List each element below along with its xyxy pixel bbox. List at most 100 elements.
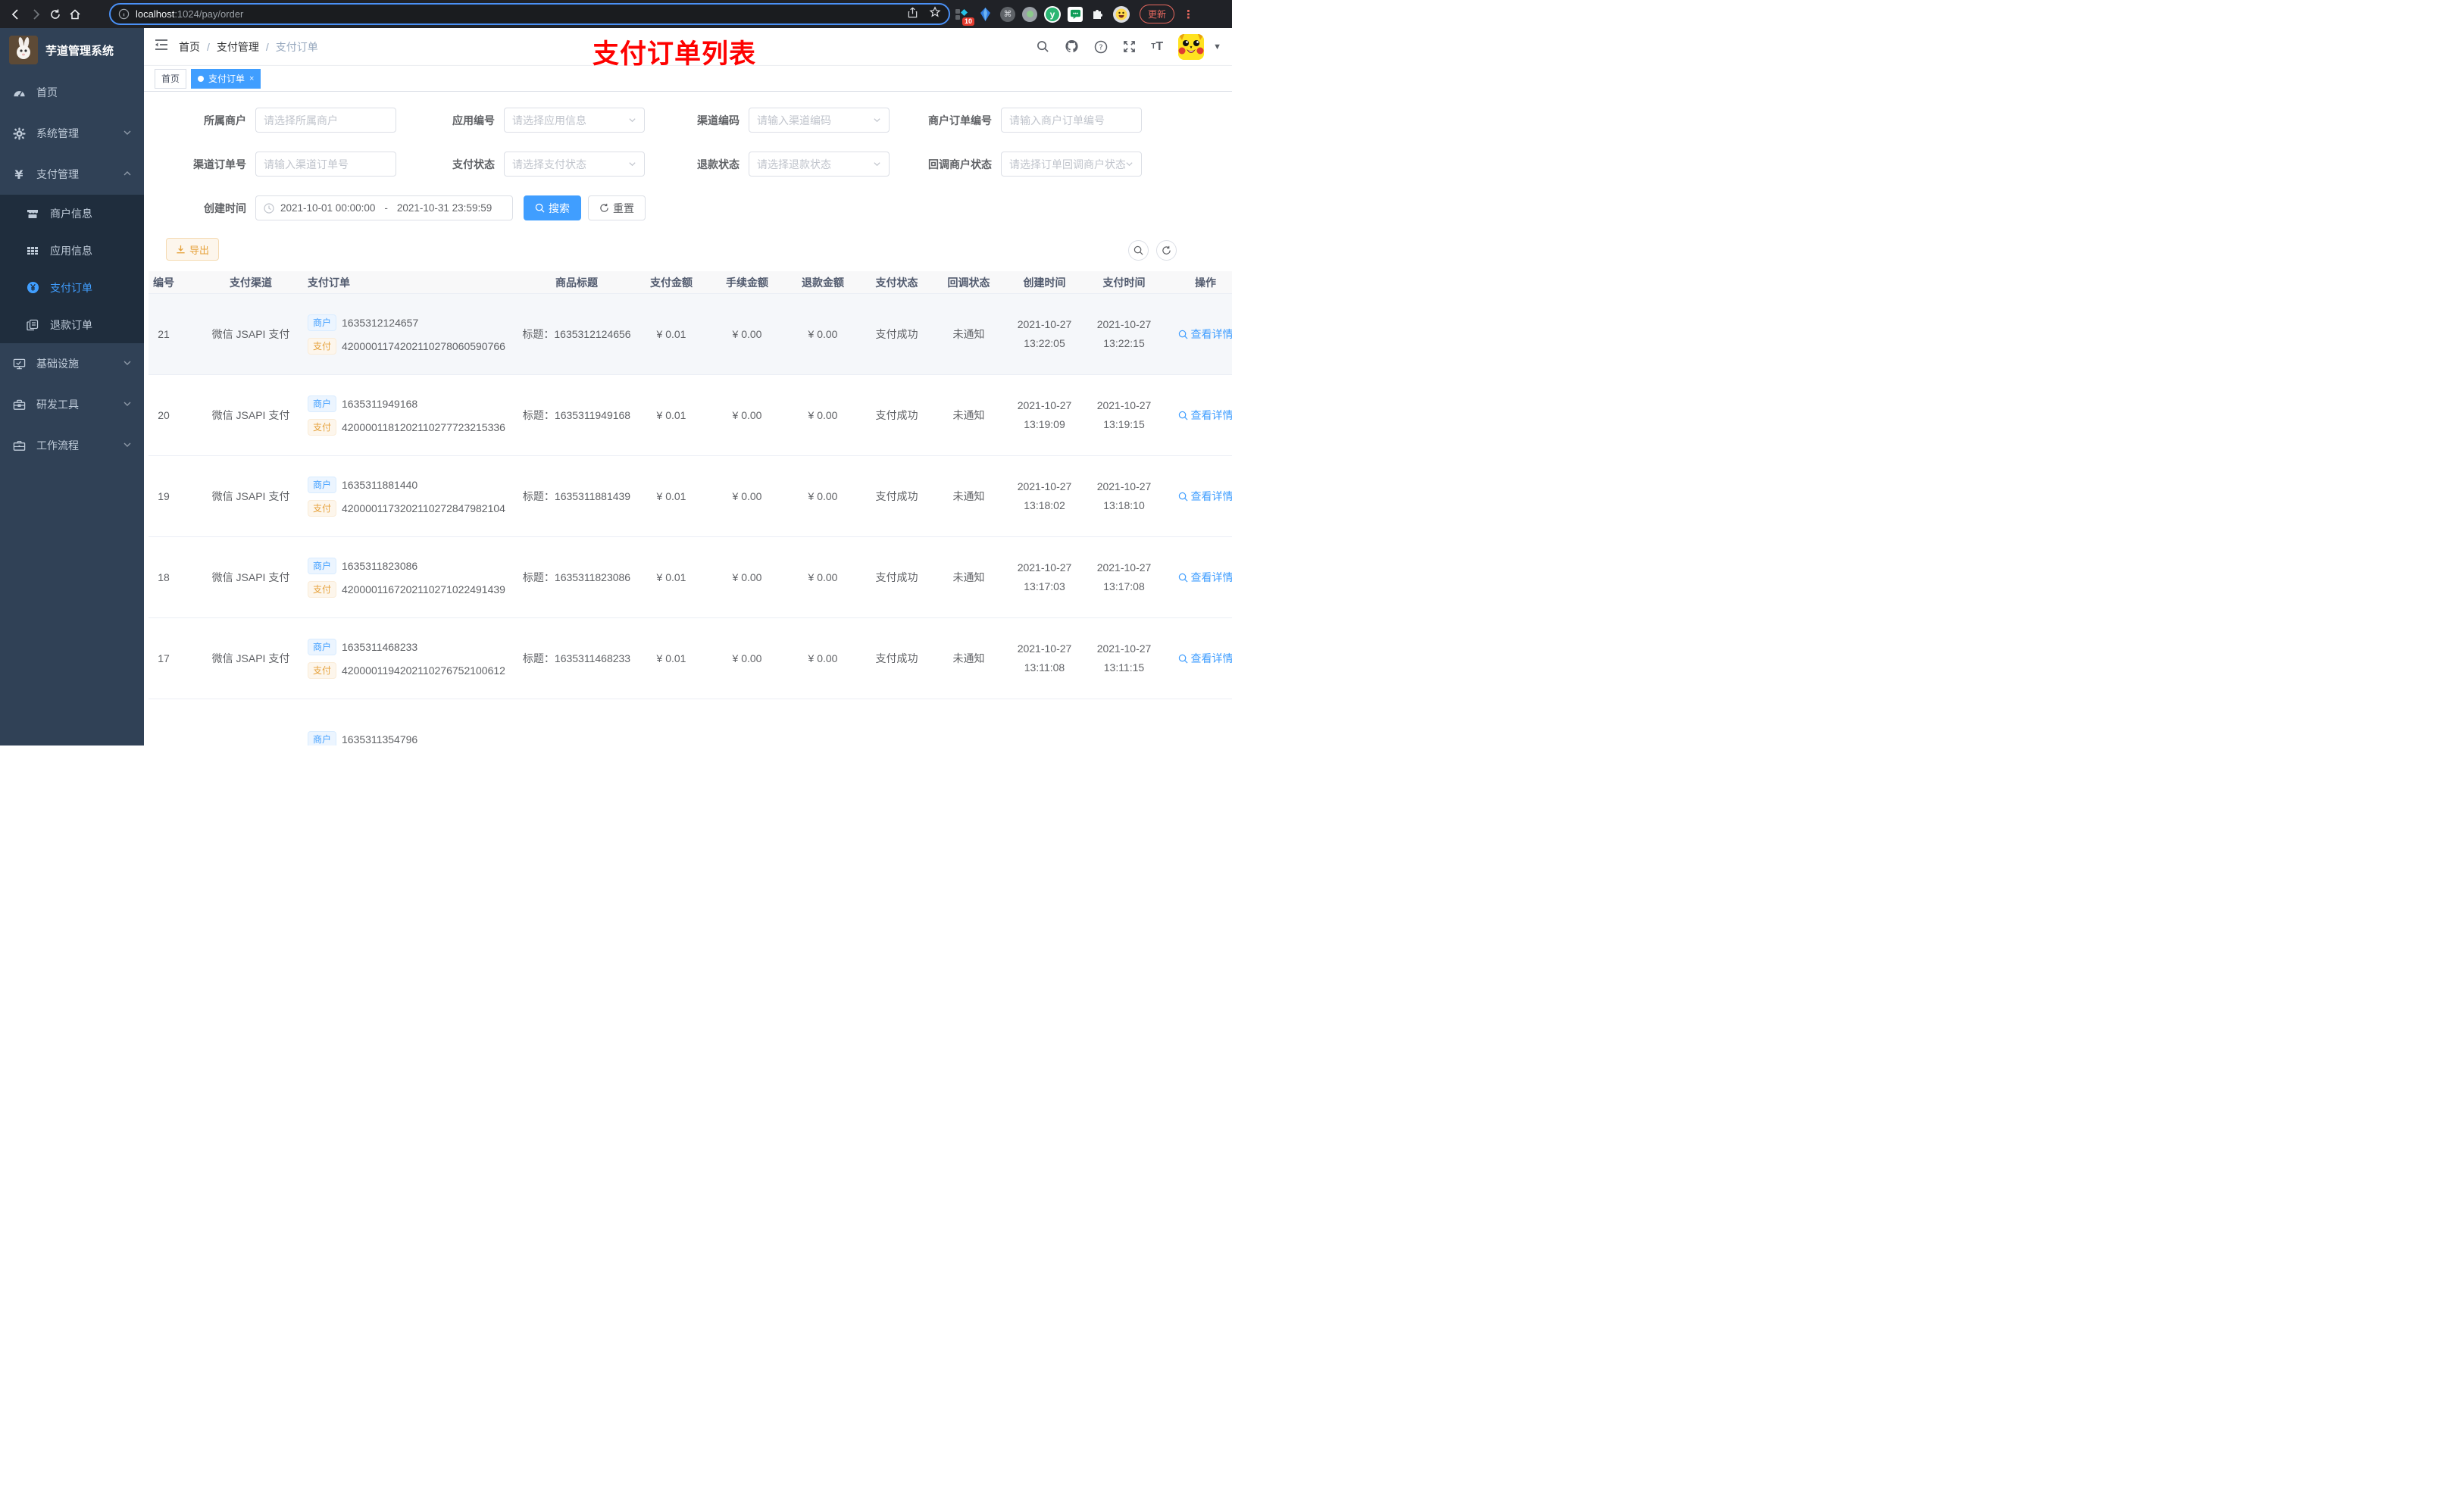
filter-label: 渠道编码	[697, 114, 740, 127]
notify-status-select[interactable]: 请选择订单回调商户状态	[1001, 152, 1142, 177]
search-button-label: 搜索	[549, 202, 570, 214]
sidebar-item-dev-tools[interactable]: 研发工具	[0, 384, 144, 425]
sidebar-item-system[interactable]: 系统管理	[0, 113, 144, 154]
merchant-input-field[interactable]	[264, 114, 388, 127]
table-row: 19 微信 JSAPI 支付 商户 1635311881440 支付 4200001…	[149, 456, 1232, 537]
col-amount: 支付金额	[650, 276, 693, 289]
table-row: 17 微信 JSAPI 支付 商户 1635311468233 支付 4200001…	[149, 618, 1232, 699]
sidebar-item-infra[interactable]: 基础设施	[0, 343, 144, 384]
help-icon[interactable]: ?	[1094, 40, 1108, 54]
user-avatar[interactable]	[1178, 33, 1205, 60]
browser-home-icon[interactable]	[65, 5, 85, 24]
reset-button[interactable]: 重置	[588, 195, 646, 220]
refresh-button[interactable]	[1156, 240, 1177, 261]
view-detail-link[interactable]: 查看详情	[1178, 327, 1232, 342]
table-header: 编号 支付渠道 支付订单 商品标题 支付金额 手续金额 退款金额 支付状态 回调…	[149, 271, 1232, 294]
view-detail-link[interactable]: 查看详情	[1178, 570, 1232, 585]
channel-order-no-input[interactable]	[255, 152, 396, 177]
sidebar-item-pay[interactable]: ¥ 支付管理	[0, 154, 144, 195]
col-order: 支付订单	[308, 276, 350, 289]
address-bar[interactable]: localhost:1024/pay/order	[109, 3, 950, 25]
gear-icon	[12, 127, 26, 140]
share-icon[interactable]	[907, 7, 918, 22]
status-badge: 支付成功	[875, 652, 918, 664]
merchant-order-no-input[interactable]	[1001, 108, 1142, 133]
date-range-picker[interactable]: 2021-10-01 00:00:00 - 2021-10-31 23:59:5…	[255, 195, 513, 220]
ext-gem-icon[interactable]	[977, 6, 993, 23]
tag-label: 支付订单	[208, 73, 245, 84]
toolbox-icon	[12, 398, 26, 411]
search-icon[interactable]	[1037, 40, 1049, 53]
merchant-badge: 商户	[308, 314, 337, 331]
github-icon[interactable]	[1065, 39, 1079, 54]
merchant-input[interactable]	[255, 108, 396, 133]
sidebar-item-refund-order[interactable]: 退款订单	[0, 306, 144, 343]
bookmark-star-icon[interactable]	[929, 6, 941, 22]
breadcrumb-pay[interactable]: 支付管理	[217, 39, 259, 55]
table-row: 20 微信 JSAPI 支付 商户 1635311949168 支付 4200001…	[149, 375, 1232, 456]
search-button[interactable]: 搜索	[524, 195, 581, 220]
view-detail-link[interactable]: 查看详情	[1178, 489, 1232, 504]
yen-icon: ¥	[14, 167, 23, 182]
app-logo[interactable]: 芋道管理系统	[0, 28, 144, 72]
close-icon[interactable]: ×	[249, 74, 254, 83]
sidebar-item-label: 首页	[36, 86, 58, 98]
ext-chat-icon[interactable]	[1068, 6, 1083, 22]
navbar-actions: ? TT ▼	[1037, 33, 1232, 60]
channel-code-select[interactable]: 请输入渠道编码	[749, 108, 890, 133]
browser-reload-icon[interactable]	[45, 5, 65, 24]
channel-order-no-field[interactable]	[264, 158, 388, 170]
sidebar-item-workflow[interactable]: 工作流程	[0, 425, 144, 466]
status-badge: 支付成功	[875, 328, 918, 340]
merchant-order-no-field[interactable]	[1009, 114, 1134, 127]
fullscreen-icon[interactable]	[1123, 40, 1136, 53]
export-button-label: 导出	[189, 244, 210, 256]
logo-image	[9, 36, 38, 64]
pay-status-select[interactable]: 请选择支付状态	[504, 152, 645, 177]
chevron-down-icon	[873, 158, 881, 170]
sidebar-item-app-info[interactable]: 应用信息	[0, 232, 144, 269]
toggle-search-button[interactable]	[1128, 240, 1149, 261]
ext-emoji-avatar[interactable]	[1113, 5, 1130, 23]
font-size-icon[interactable]: TT	[1151, 40, 1163, 54]
caret-down-icon[interactable]: ▼	[1213, 42, 1221, 52]
navbar: 首页 / 支付管理 / 支付订单 支付订单列表 ? TT ▼	[144, 28, 1232, 69]
view-detail-link[interactable]: 查看详情	[1178, 651, 1232, 666]
merchant-badge: 商户	[308, 395, 337, 412]
refund-status-select[interactable]: 请选择退款状态	[749, 152, 890, 177]
export-button[interactable]: 导出	[166, 238, 220, 261]
filter-label: 应用编号	[452, 114, 495, 127]
chevron-down-icon	[123, 439, 132, 452]
view-detail-link[interactable]: 查看详情	[1178, 408, 1232, 423]
table-row-partial: 商户 1635311354796	[149, 699, 1232, 746]
merchant-badge: 商户	[308, 557, 337, 574]
browser-forward-icon[interactable]	[26, 5, 45, 24]
select-placeholder: 请选择退款状态	[757, 158, 831, 170]
sidebar-item-merchant-info[interactable]: 商户信息	[0, 195, 144, 232]
app-title: 芋道管理系统	[45, 44, 114, 58]
app-select[interactable]: 请选择应用信息	[504, 108, 645, 133]
update-button[interactable]: 更新	[1140, 5, 1175, 23]
chevron-up-icon	[123, 168, 132, 180]
sidebar-item-home[interactable]: 首页	[0, 72, 144, 113]
ext-green-dot-icon[interactable]	[1022, 6, 1037, 22]
sidebar-item-pay-order[interactable]: 支付订单	[0, 269, 144, 306]
ext-command-icon[interactable]: ⌘	[1000, 6, 1015, 22]
ext-puzzle-icon[interactable]	[1090, 6, 1106, 23]
monitor-icon	[12, 357, 26, 370]
ext-y-icon[interactable]: y	[1044, 5, 1061, 23]
tag-home[interactable]: 首页	[155, 68, 187, 89]
breadcrumb-current: 支付订单	[275, 40, 318, 53]
dashboard-icon	[12, 86, 26, 99]
browser-menu-icon[interactable]: ⋮	[1183, 8, 1194, 21]
ext-tabs-icon[interactable]: 10	[953, 6, 974, 26]
breadcrumb-home[interactable]: 首页	[179, 39, 200, 55]
tag-pay-order[interactable]: 支付订单 ×	[191, 68, 261, 89]
chevron-down-icon	[123, 358, 132, 370]
site-info-icon[interactable]	[118, 8, 130, 20]
sidebar-toggle-icon[interactable]	[144, 39, 179, 55]
col-refund: 退款金额	[802, 276, 844, 289]
filter-label: 所属商户	[204, 114, 246, 127]
browser-back-icon[interactable]	[6, 5, 26, 24]
merchant-badge: 商户	[308, 638, 337, 655]
